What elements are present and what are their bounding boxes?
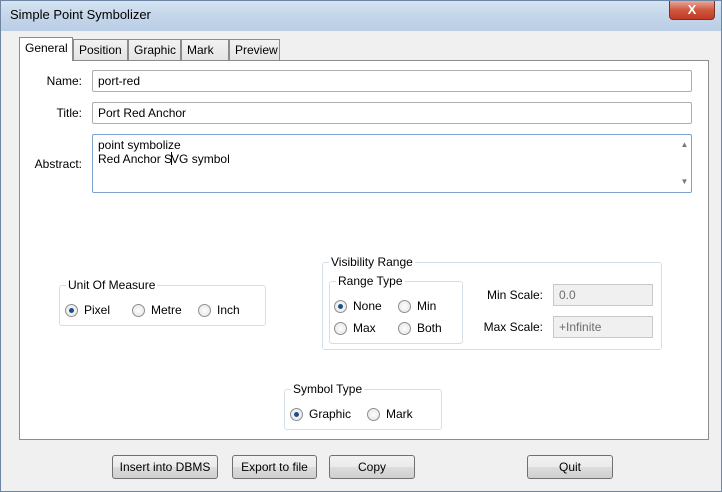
scroll-down-icon[interactable]: ▼ — [680, 175, 689, 189]
symbol-mark-radio[interactable]: Mark — [367, 407, 413, 421]
title-field[interactable]: Port Red Anchor — [92, 102, 692, 124]
min-scale-label: Min Scale: — [486, 288, 543, 302]
max-scale-label: Max Scale: — [483, 320, 543, 334]
range-both-radio[interactable]: Both — [398, 321, 442, 335]
abstract-line-2: Red Anchor SVG symbol — [98, 152, 230, 166]
window-title: Simple Point Symbolizer — [10, 7, 151, 22]
tab-preview[interactable]: Preview — [229, 39, 280, 60]
radio-checked-icon — [65, 303, 78, 317]
close-icon: X — [687, 2, 697, 17]
symbol-type-title: Symbol Type — [291, 382, 365, 396]
tab-general[interactable]: General — [19, 37, 73, 61]
unit-metre-radio[interactable]: Metre — [132, 303, 182, 317]
radio-icon — [398, 321, 411, 335]
radio-icon — [198, 303, 211, 317]
abstract-textarea[interactable]: point symbolize Red Anchor SVG symbol ▲ … — [92, 134, 692, 193]
min-scale-field[interactable]: 0.0 — [553, 284, 653, 306]
export-to-file-button[interactable]: Export to file — [232, 455, 317, 479]
insert-into-dbms-button[interactable]: Insert into DBMS — [112, 455, 218, 479]
unit-of-measure-title: Unit Of Measure — [66, 278, 158, 292]
range-type-group: Range Type None Min Max Both — [329, 274, 463, 344]
unit-pixel-radio[interactable]: Pixel — [65, 303, 110, 317]
visibility-range-title: Visibility Range — [329, 255, 415, 269]
range-none-radio[interactable]: None — [334, 299, 382, 313]
name-field[interactable]: port-red — [92, 70, 692, 92]
abstract-line-1: point symbolize — [98, 138, 181, 152]
general-panel: Name: port-red Title: Port Red Anchor Ab… — [19, 60, 709, 440]
range-min-radio[interactable]: Min — [398, 299, 436, 313]
quit-button[interactable]: Quit — [527, 455, 613, 479]
tab-mark[interactable]: Mark — [181, 39, 229, 60]
radio-icon — [398, 299, 411, 313]
abstract-label: Abstract: — [34, 157, 82, 171]
dialog-body: General Position Graphic Mark Preview Na… — [7, 31, 715, 487]
unit-inch-radio[interactable]: Inch — [198, 303, 240, 317]
radio-checked-icon — [334, 299, 347, 313]
scroll-up-icon[interactable]: ▲ — [680, 138, 689, 152]
radio-icon — [367, 407, 380, 421]
symbol-graphic-radio[interactable]: Graphic — [290, 407, 351, 421]
range-max-radio[interactable]: Max — [334, 321, 376, 335]
dialog-window: Simple Point Symbolizer X General Positi… — [0, 0, 722, 492]
name-label: Name: — [46, 74, 82, 88]
radio-icon — [334, 321, 347, 335]
radio-checked-icon — [290, 407, 303, 421]
title-label: Title: — [56, 106, 82, 120]
radio-icon — [132, 303, 145, 317]
tab-graphic[interactable]: Graphic — [128, 39, 181, 60]
close-button[interactable]: X — [669, 1, 715, 20]
tab-position[interactable]: Position — [73, 39, 128, 60]
copy-button[interactable]: Copy — [329, 455, 415, 479]
title-bar[interactable]: Simple Point Symbolizer X — [1, 1, 721, 31]
range-type-title: Range Type — [336, 274, 405, 288]
symbol-type-group: Symbol Type Graphic Mark — [284, 382, 442, 430]
visibility-range-group: Visibility Range Range Type None Min Max… — [322, 255, 662, 350]
unit-of-measure-group: Unit Of Measure Pixel Metre Inch — [59, 278, 266, 326]
max-scale-field[interactable]: +Infinite — [553, 316, 653, 338]
